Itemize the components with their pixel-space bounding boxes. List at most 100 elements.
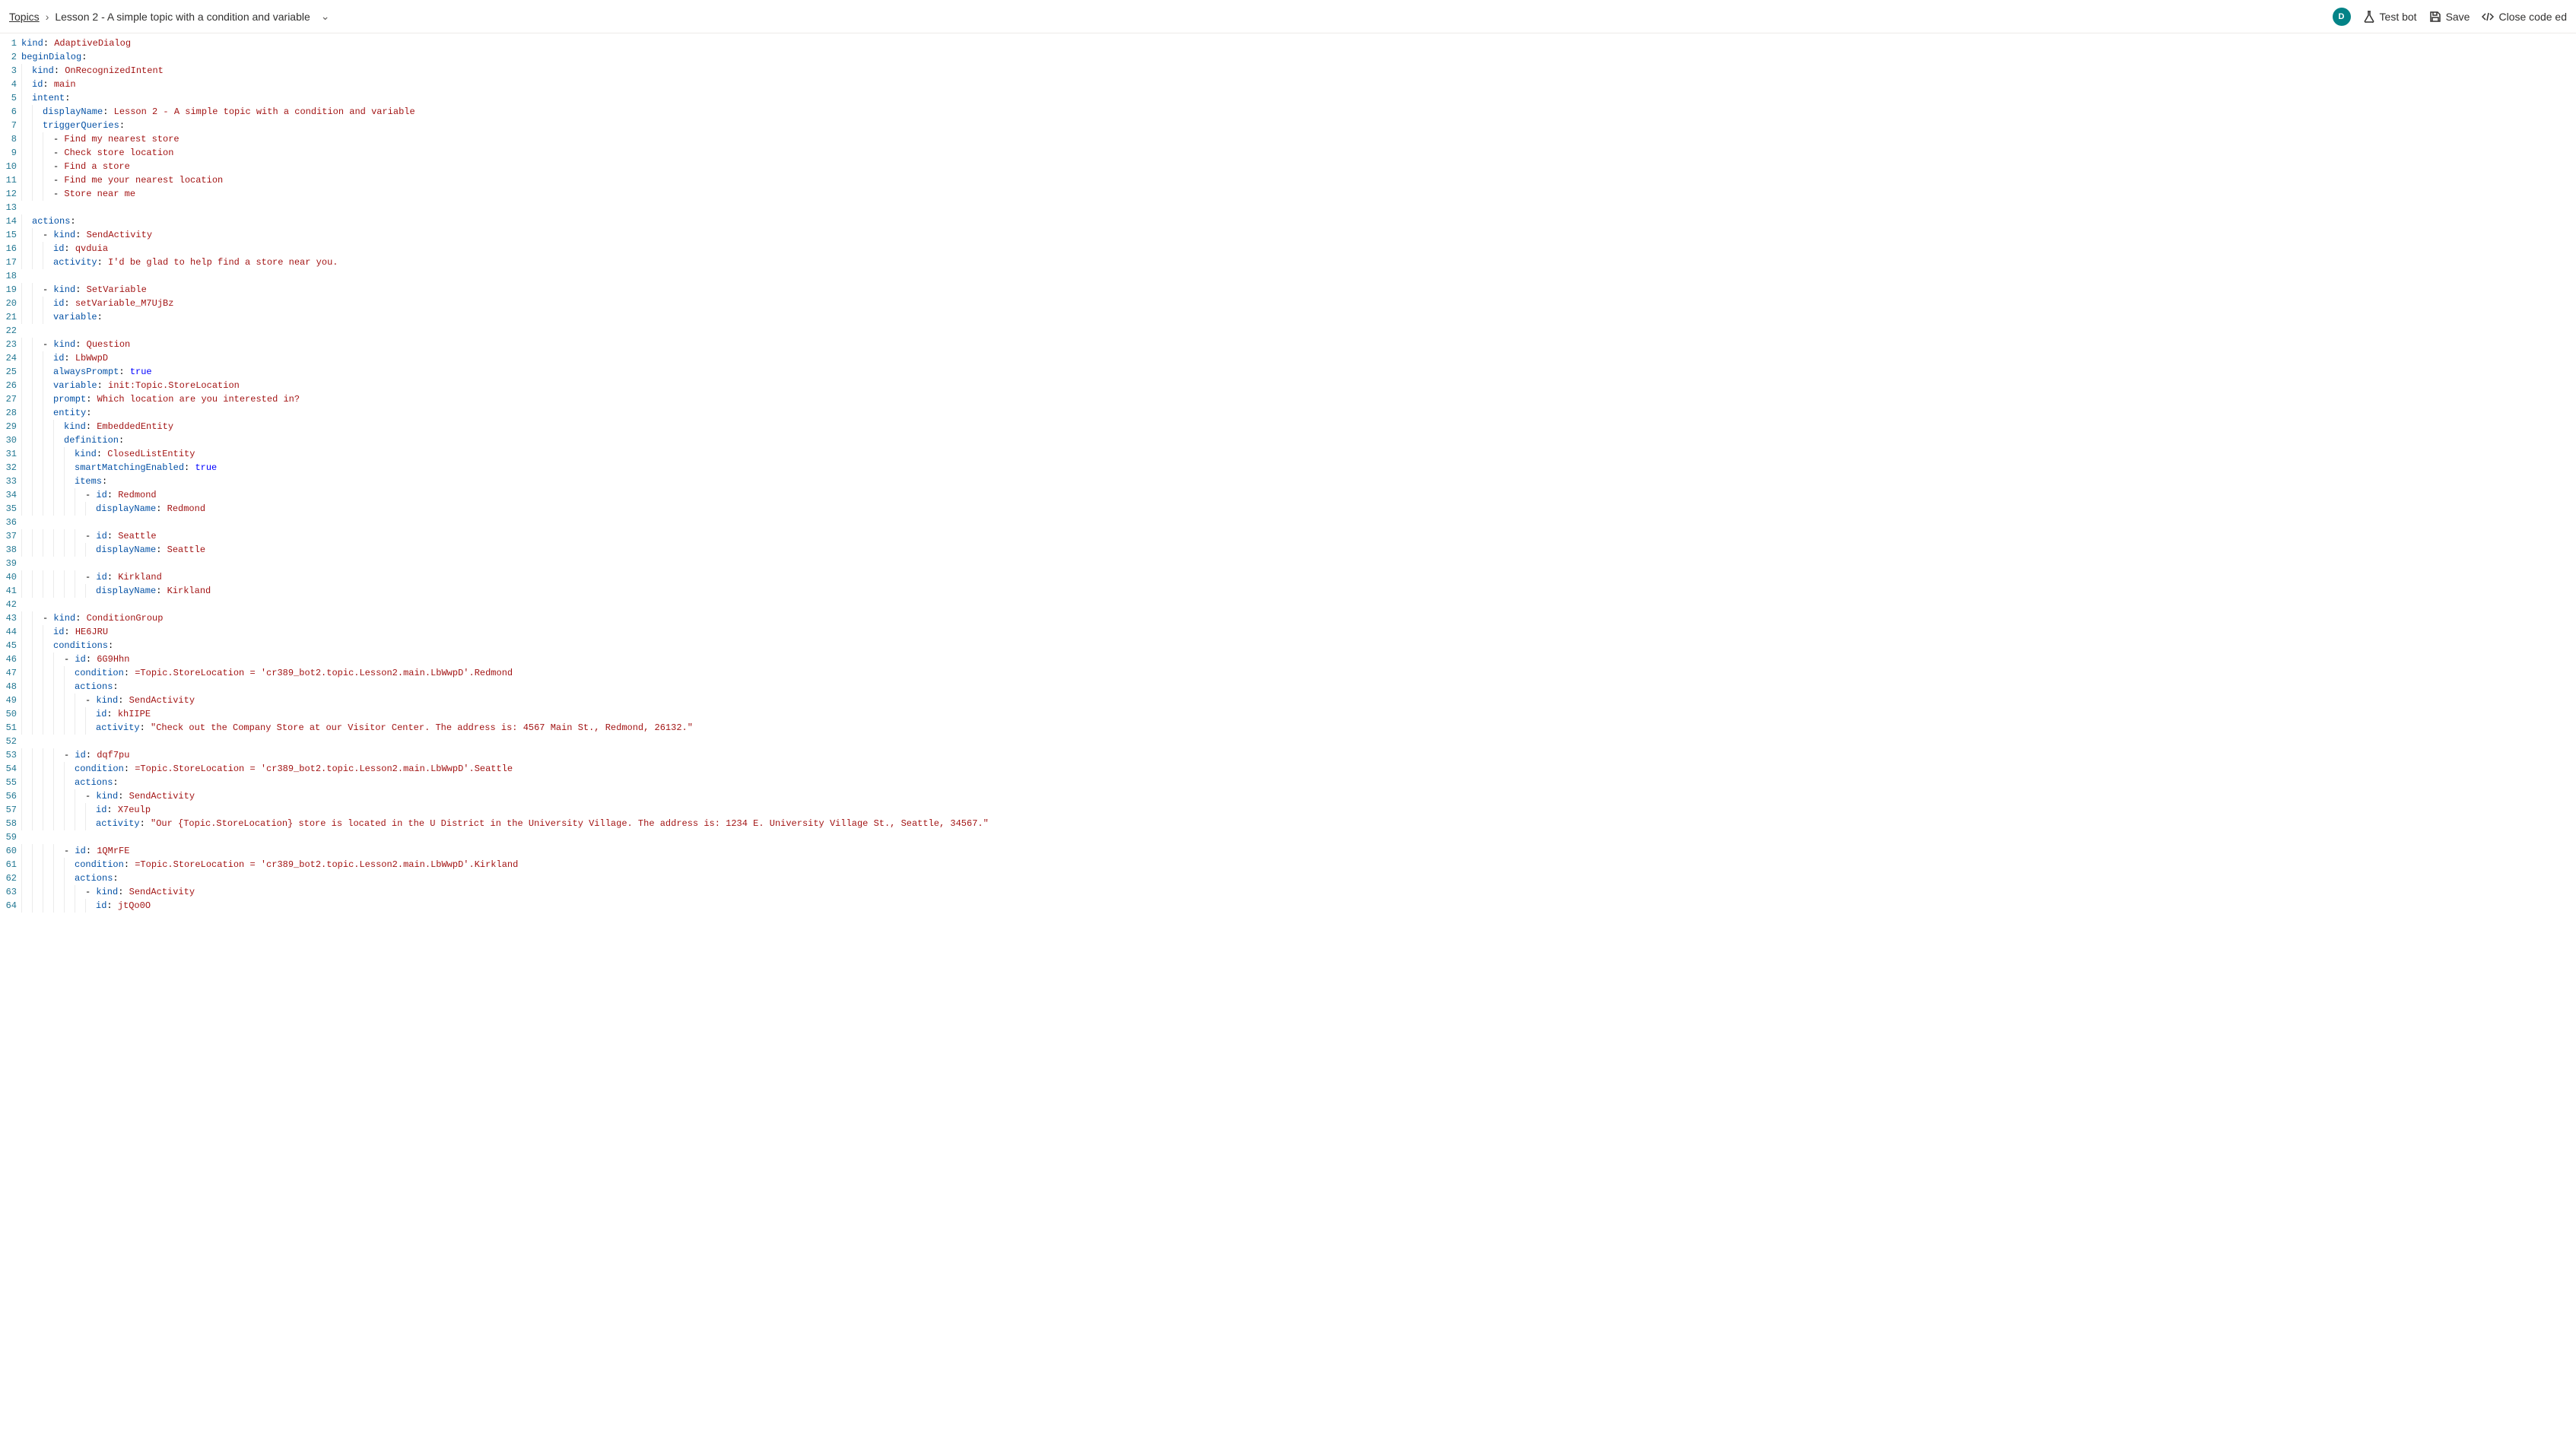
code-line[interactable]: id: X7eulp	[21, 803, 2576, 817]
code-line[interactable]	[21, 516, 2576, 529]
code-line[interactable]: - Find me your nearest location	[21, 173, 2576, 187]
code-token: :	[106, 709, 117, 719]
code-line[interactable]: - id: Seattle	[21, 529, 2576, 543]
code-line[interactable]	[21, 557, 2576, 570]
code-line[interactable]: - id: 6G9Hhn	[21, 652, 2576, 666]
code-line[interactable]: - kind: Question	[21, 338, 2576, 351]
code-token: :	[113, 777, 118, 788]
code-line[interactable]: - kind: SendActivity	[21, 228, 2576, 242]
code-line[interactable]: actions:	[21, 214, 2576, 228]
code-line[interactable]: smartMatchingEnabled: true	[21, 461, 2576, 475]
code-token: :	[102, 476, 107, 487]
code-token: kind	[53, 284, 75, 295]
code-line[interactable]: actions:	[21, 871, 2576, 885]
line-number: 46	[0, 652, 17, 666]
code-line[interactable]: - kind: SendActivity	[21, 694, 2576, 707]
code-line[interactable]: kind: ClosedListEntity	[21, 447, 2576, 461]
code-token: -	[53, 189, 64, 199]
code-line[interactable]: id: qvduia	[21, 242, 2576, 256]
code-line[interactable]: id: main	[21, 78, 2576, 91]
line-number: 45	[0, 639, 17, 652]
code-token: :	[156, 586, 167, 596]
code-token: SetVariable	[87, 284, 147, 295]
line-number: 1	[0, 37, 17, 50]
code-line[interactable]: - Store near me	[21, 187, 2576, 201]
code-line[interactable]: - id: 1QMrFE	[21, 844, 2576, 858]
code-token: activity	[53, 257, 97, 268]
code-line[interactable]: intent:	[21, 91, 2576, 105]
line-number: 9	[0, 146, 17, 160]
code-line[interactable]	[21, 735, 2576, 748]
code-line[interactable]: activity: "Check out the Company Store a…	[21, 721, 2576, 735]
code-line[interactable]	[21, 269, 2576, 283]
line-number: 23	[0, 338, 17, 351]
code-line[interactable]: - id: Kirkland	[21, 570, 2576, 584]
code-editor[interactable]: 1234567891011121314151617181920212223242…	[0, 33, 2576, 913]
code-token: variable	[53, 312, 97, 322]
code-line[interactable]	[21, 830, 2576, 844]
line-number: 33	[0, 475, 17, 488]
code-line[interactable]: displayName: Redmond	[21, 502, 2576, 516]
save-icon	[2429, 11, 2441, 23]
close-code-editor-button[interactable]: Close code ed	[2482, 11, 2567, 23]
code-line[interactable]: definition:	[21, 433, 2576, 447]
code-line[interactable]: - Check store location	[21, 146, 2576, 160]
code-line[interactable]	[21, 324, 2576, 338]
code-line[interactable]: id: HE6JRU	[21, 625, 2576, 639]
code-line[interactable]: condition: =Topic.StoreLocation = 'cr389…	[21, 762, 2576, 776]
code-line[interactable]: items:	[21, 475, 2576, 488]
code-line[interactable]: - Find my nearest store	[21, 132, 2576, 146]
code-line[interactable]	[21, 598, 2576, 611]
breadcrumb-root-link[interactable]: Topics	[9, 11, 40, 23]
code-token: kind	[53, 613, 75, 624]
code-line[interactable]: beginDialog:	[21, 50, 2576, 64]
line-number: 26	[0, 379, 17, 392]
code-line[interactable]: conditions:	[21, 639, 2576, 652]
code-token: id	[96, 531, 106, 541]
code-line[interactable]: variable: init:Topic.StoreLocation	[21, 379, 2576, 392]
code-token: true	[130, 367, 152, 377]
code-line[interactable]: displayName: Kirkland	[21, 584, 2576, 598]
code-line[interactable]: kind: OnRecognizedIntent	[21, 64, 2576, 78]
code-line[interactable]: displayName: Lesson 2 - A simple topic w…	[21, 105, 2576, 119]
code-line[interactable]: prompt: Which location are you intereste…	[21, 392, 2576, 406]
code-line[interactable]: - Find a store	[21, 160, 2576, 173]
code-line[interactable]: - kind: SendActivity	[21, 885, 2576, 899]
code-line[interactable]: id: jtQo0O	[21, 899, 2576, 913]
code-line[interactable]: alwaysPrompt: true	[21, 365, 2576, 379]
code-line[interactable]: entity:	[21, 406, 2576, 420]
code-line[interactable]: id: LbWwpD	[21, 351, 2576, 365]
code-line[interactable]: actions:	[21, 680, 2576, 694]
code-token: dqf7pu	[97, 750, 129, 760]
code-line[interactable]: condition: =Topic.StoreLocation = 'cr389…	[21, 666, 2576, 680]
code-line[interactable]: - id: Redmond	[21, 488, 2576, 502]
code-line[interactable]: activity: "Our {Topic.StoreLocation} sto…	[21, 817, 2576, 830]
code-line[interactable]: id: khIIPE	[21, 707, 2576, 721]
save-button[interactable]: Save	[2429, 11, 2470, 23]
code-content[interactable]: kind: AdaptiveDialogbeginDialog:kind: On…	[21, 37, 2576, 913]
test-bot-button[interactable]: Test bot	[2363, 11, 2417, 23]
code-token: qvduia	[75, 243, 108, 254]
code-line[interactable]: variable:	[21, 310, 2576, 324]
code-line[interactable]: condition: =Topic.StoreLocation = 'cr389…	[21, 858, 2576, 871]
code-token: items	[75, 476, 102, 487]
code-line[interactable]: kind: EmbeddedEntity	[21, 420, 2576, 433]
code-line[interactable]: - id: dqf7pu	[21, 748, 2576, 762]
code-line[interactable]: triggerQueries:	[21, 119, 2576, 132]
code-line[interactable]	[21, 201, 2576, 214]
code-token: jtQo0O	[118, 900, 151, 911]
code-line[interactable]: id: setVariable_M7UjBz	[21, 297, 2576, 310]
line-number: 57	[0, 803, 17, 817]
line-number: 56	[0, 789, 17, 803]
avatar[interactable]: D	[2333, 8, 2351, 26]
code-line[interactable]: actions:	[21, 776, 2576, 789]
code-line[interactable]: - kind: ConditionGroup	[21, 611, 2576, 625]
code-line[interactable]: activity: I'd be glad to help find a sto…	[21, 256, 2576, 269]
chevron-down-icon[interactable]: ⌄	[321, 10, 330, 23]
code-line[interactable]: displayName: Seattle	[21, 543, 2576, 557]
code-line[interactable]: kind: AdaptiveDialog	[21, 37, 2576, 50]
code-line[interactable]: - kind: SetVariable	[21, 283, 2576, 297]
code-token: Store near me	[64, 189, 135, 199]
code-line[interactable]: - kind: SendActivity	[21, 789, 2576, 803]
line-number: 30	[0, 433, 17, 447]
